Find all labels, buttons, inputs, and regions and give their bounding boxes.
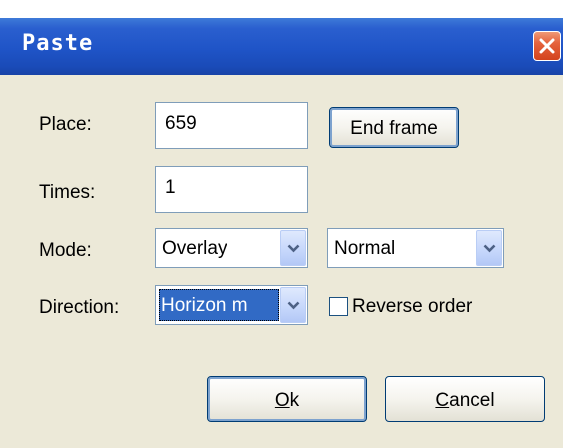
end-frame-button[interactable]: End frame	[329, 107, 459, 148]
place-input[interactable]: 659	[155, 102, 308, 149]
times-value: 1	[165, 177, 176, 198]
ok-button[interactable]: Ok	[207, 376, 367, 422]
chevron-down-icon	[287, 301, 300, 310]
place-value: 659	[165, 113, 197, 134]
mode-dropdown-button[interactable]	[280, 230, 306, 266]
cancel-mnemonic: C	[435, 390, 450, 411]
direction-dropdown-button[interactable]	[280, 287, 306, 323]
dialog-title: Paste	[22, 31, 94, 56]
mode-select[interactable]: Overlay	[155, 228, 308, 268]
blend-select[interactable]: Normal	[327, 228, 504, 268]
times-label: Times:	[39, 182, 96, 203]
cancel-button[interactable]: Cancel	[385, 376, 545, 422]
ok-label: k	[289, 390, 300, 411]
mode-label: Mode:	[39, 240, 92, 261]
times-input[interactable]: 1	[155, 166, 308, 213]
chevron-down-icon	[287, 244, 300, 253]
reverse-order-label[interactable]: Reverse order	[352, 296, 472, 318]
paste-dialog: Paste Place: 659 End frame Times: 1 Mode…	[0, 18, 563, 448]
place-label: Place:	[39, 114, 92, 135]
chevron-down-icon	[483, 244, 496, 253]
mode-value: Overlay	[162, 238, 228, 259]
direction-value: Horizon m	[159, 289, 279, 321]
close-icon	[539, 38, 555, 54]
direction-label: Direction:	[39, 297, 120, 318]
blend-value: Normal	[334, 238, 396, 259]
reverse-order-checkbox[interactable]	[329, 297, 348, 316]
end-frame-label: End frame	[350, 118, 438, 139]
cancel-label: ancel	[449, 390, 495, 411]
title-bar[interactable]: Paste	[0, 18, 563, 75]
ok-mnemonic: O	[274, 390, 290, 411]
close-button[interactable]	[533, 31, 561, 61]
blend-dropdown-button[interactable]	[476, 230, 502, 266]
direction-select[interactable]: Horizon m	[155, 285, 308, 325]
